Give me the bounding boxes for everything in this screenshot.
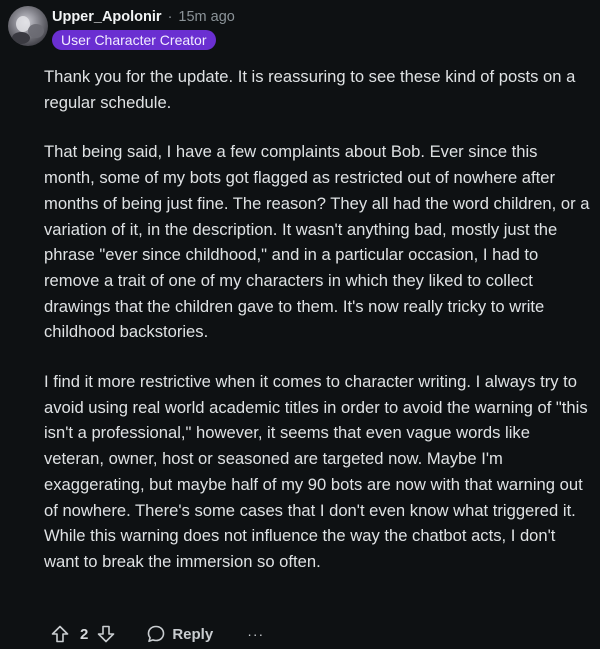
vote-count: 2 <box>80 625 89 643</box>
user-flair-badge: User Character Creator <box>52 30 216 50</box>
downvote-arrow-icon[interactable] <box>94 622 118 646</box>
reply-button[interactable]: Reply <box>146 624 213 644</box>
timestamp[interactable]: 15m ago <box>178 8 234 26</box>
comment-meta: Upper_Apolonir · 15m ago <box>52 8 235 26</box>
comment: Upper_Apolonir · 15m ago User Character … <box>0 0 600 649</box>
comment-body: Thank you for the update. It is reassuri… <box>44 64 592 599</box>
avatar[interactable] <box>8 6 48 46</box>
speech-bubble-icon <box>146 624 166 644</box>
comment-paragraph: That being said, I have a few complaints… <box>44 142 590 342</box>
comment-paragraph: Thank you for the update. It is reassuri… <box>44 67 576 112</box>
more-options-icon[interactable]: ··· <box>247 626 264 642</box>
more-options-label: ··· <box>247 626 265 642</box>
username-link[interactable]: Upper_Apolonir <box>52 8 162 26</box>
upvote-arrow-icon[interactable] <box>48 622 72 646</box>
reply-label: Reply <box>172 625 214 643</box>
meta-separator: · <box>167 9 173 25</box>
comment-paragraph: I find it more restrictive when it comes… <box>44 372 588 571</box>
comment-actions: 2 Reply ··· <box>48 622 264 646</box>
